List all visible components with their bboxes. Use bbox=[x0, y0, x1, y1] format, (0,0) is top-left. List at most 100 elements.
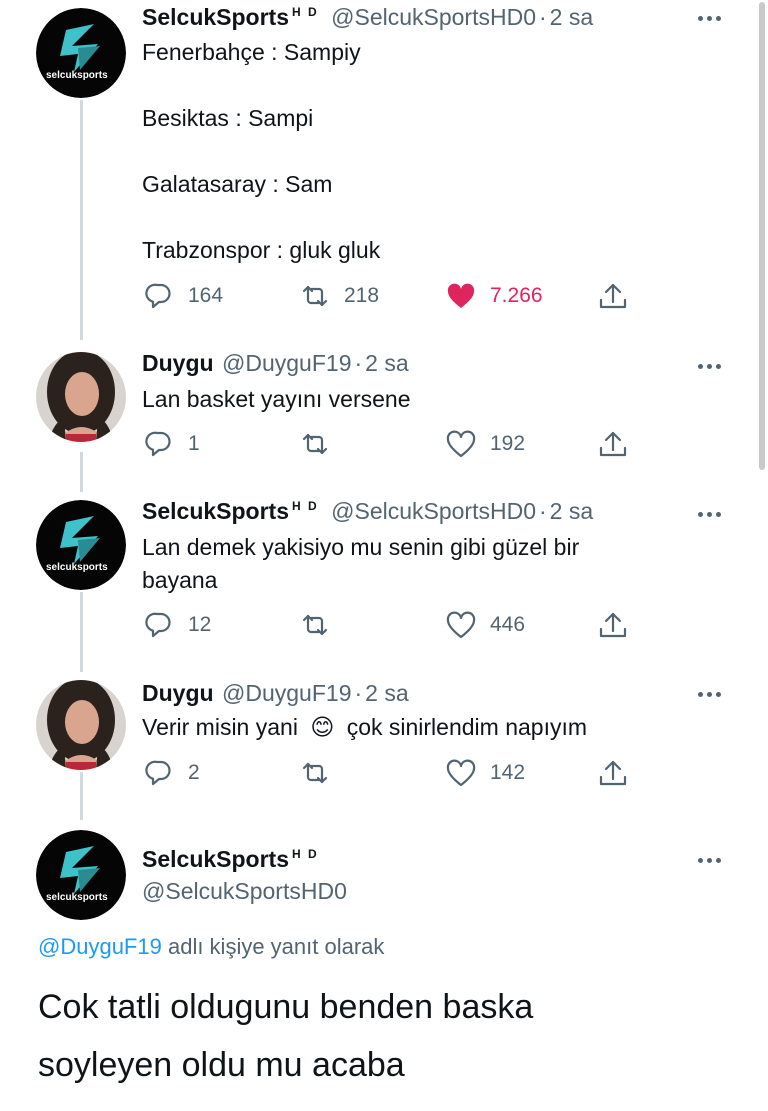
like-icon bbox=[447, 283, 475, 308]
timestamp[interactable]: 2 sa bbox=[550, 498, 593, 524]
share-button[interactable] bbox=[598, 611, 628, 639]
timestamp[interactable]: 2 sa bbox=[365, 350, 408, 376]
handle[interactable]: @DuyguF19 bbox=[222, 680, 351, 706]
reply-button[interactable]: 2 bbox=[144, 759, 200, 787]
retweet-button[interactable]: 218 bbox=[300, 282, 379, 310]
smile-emoji-icon: 😊 bbox=[310, 714, 335, 740]
tweet-text: Verir misin yani 😊 çok sinirlendim napıy… bbox=[142, 711, 587, 744]
separator-dot: · bbox=[539, 4, 547, 30]
reply-button[interactable]: 12 bbox=[144, 611, 211, 639]
display-name[interactable]: SelcukSports bbox=[142, 498, 289, 524]
handle[interactable]: @SelcukSportsHD0 bbox=[331, 498, 536, 524]
share-icon bbox=[599, 612, 627, 638]
like-count: 7.266 bbox=[490, 284, 543, 307]
like-button[interactable]: 7.266 bbox=[446, 282, 543, 310]
focused-tweet[interactable]: selcuksports SelcukSports H D @SelcukSpor… bbox=[0, 820, 768, 1111]
share-button[interactable] bbox=[598, 759, 628, 787]
tweet-text: Lan basket yayını versene bbox=[142, 383, 411, 416]
like-icon bbox=[446, 611, 476, 639]
profile-photo bbox=[36, 352, 126, 442]
tweet-text: Lan demek yakisiyo mu senin gibi güzel b… bbox=[142, 531, 579, 597]
share-button[interactable] bbox=[598, 282, 628, 310]
reply-count: 1 bbox=[188, 432, 200, 455]
more-icon[interactable] bbox=[698, 688, 728, 700]
reply-count: 12 bbox=[188, 613, 212, 636]
name-badge: H D bbox=[292, 499, 319, 513]
tweet-3[interactable]: selcuksports SelcukSports H D @SelcukSpor… bbox=[0, 490, 768, 660]
tweet-line: Cok tatli oldugunu benden baska bbox=[38, 988, 534, 1026]
tweet-line: Lan demek yakisiyo mu senin gibi güzel b… bbox=[142, 534, 580, 560]
tweet-line: Fenerbahçe : Sampiy bbox=[142, 39, 361, 65]
tweet-line: Lan basket yayını versene bbox=[142, 386, 411, 412]
retweet-icon bbox=[302, 614, 328, 636]
more-icon[interactable] bbox=[698, 12, 728, 24]
more-icon[interactable] bbox=[698, 360, 728, 372]
more-icon[interactable] bbox=[698, 508, 728, 520]
avatar[interactable]: selcuksports bbox=[36, 8, 126, 98]
logo-text: selcuksports bbox=[46, 70, 108, 81]
avatar[interactable] bbox=[36, 352, 126, 442]
thread-line bbox=[80, 592, 83, 672]
separator-dot: · bbox=[539, 498, 547, 524]
share-button[interactable] bbox=[598, 430, 628, 458]
handle[interactable]: @DuyguF19 bbox=[222, 350, 351, 376]
retweet-icon bbox=[302, 762, 328, 784]
reply-icon bbox=[145, 283, 171, 309]
like-icon bbox=[446, 430, 476, 458]
reply-context: @DuyguF19 adlı kişiye yanıt olarak bbox=[38, 934, 384, 960]
name-badge: H D bbox=[292, 847, 319, 861]
retweet-count: 218 bbox=[344, 284, 380, 307]
display-name[interactable]: SelcukSports bbox=[142, 4, 289, 30]
separator-dot: · bbox=[354, 350, 363, 376]
more-icon[interactable] bbox=[698, 854, 728, 866]
like-icon bbox=[446, 759, 476, 787]
like-button[interactable]: 142 bbox=[446, 759, 525, 787]
tweet-line: çok sinirlendim napıyım bbox=[346, 714, 588, 740]
reply-count: 164 bbox=[188, 284, 224, 307]
like-button[interactable]: 446 bbox=[446, 611, 525, 639]
display-name[interactable]: Duygu bbox=[142, 680, 214, 706]
avatar[interactable]: selcuksports bbox=[36, 830, 126, 920]
retweet-button[interactable] bbox=[300, 759, 330, 787]
focused-tweet-text: Cok tatli oldugunu benden baska soyleyen… bbox=[38, 978, 533, 1094]
reply-button[interactable]: 1 bbox=[144, 430, 200, 458]
profile-photo bbox=[36, 680, 126, 770]
tweet-1[interactable]: selcuksports SelcukSports H D @SelcukSpor… bbox=[0, 0, 768, 340]
thread-line bbox=[80, 772, 83, 820]
reply-button[interactable]: 164 bbox=[144, 282, 223, 310]
selcuksports-logo bbox=[36, 8, 126, 98]
avatar[interactable] bbox=[36, 680, 126, 770]
logo-text: selcuksports bbox=[46, 892, 108, 903]
tweet-line: bayana bbox=[142, 567, 218, 593]
share-icon bbox=[599, 760, 627, 786]
separator-dot: · bbox=[354, 680, 363, 706]
retweet-icon bbox=[302, 285, 328, 307]
timestamp[interactable]: 2 sa bbox=[365, 680, 408, 706]
tweet-line: Trabzonspor : gluk gluk bbox=[142, 237, 381, 263]
tweet-4[interactable]: Duygu @DuyguF19 · 2 sa Verir misin yani 😊 … bbox=[0, 670, 768, 820]
share-icon bbox=[599, 431, 627, 457]
retweet-button[interactable] bbox=[300, 611, 330, 639]
thread-line bbox=[80, 100, 83, 340]
like-count: 142 bbox=[490, 761, 526, 784]
retweet-button[interactable] bbox=[300, 430, 330, 458]
handle[interactable]: @SelcukSportsHD0 bbox=[142, 878, 347, 904]
reply-icon bbox=[145, 760, 171, 786]
reply-to-handle[interactable]: @DuyguF19 bbox=[38, 934, 162, 959]
logo-text: selcuksports bbox=[46, 562, 108, 573]
tweet-text: Fenerbahçe : Sampiy Besiktas : Sampi Gal… bbox=[142, 36, 380, 267]
reply-icon bbox=[145, 612, 171, 638]
like-count: 446 bbox=[490, 613, 526, 636]
retweet-icon bbox=[302, 433, 328, 455]
timestamp[interactable]: 2 sa bbox=[550, 4, 593, 30]
tweet-2[interactable]: Duygu @DuyguF19 · 2 sa Lan basket yayını v… bbox=[0, 340, 768, 480]
tweet-line: Galatasaray : Sam bbox=[142, 171, 333, 197]
display-name[interactable]: SelcukSports bbox=[142, 846, 289, 872]
like-button[interactable]: 192 bbox=[446, 430, 525, 458]
reply-count: 2 bbox=[188, 761, 200, 784]
tweet-line: Besiktas : Sampi bbox=[142, 105, 314, 131]
handle[interactable]: @SelcukSportsHD0 bbox=[331, 4, 536, 30]
share-icon bbox=[599, 283, 627, 309]
display-name[interactable]: Duygu bbox=[142, 350, 214, 376]
avatar[interactable]: selcuksports bbox=[36, 500, 126, 590]
